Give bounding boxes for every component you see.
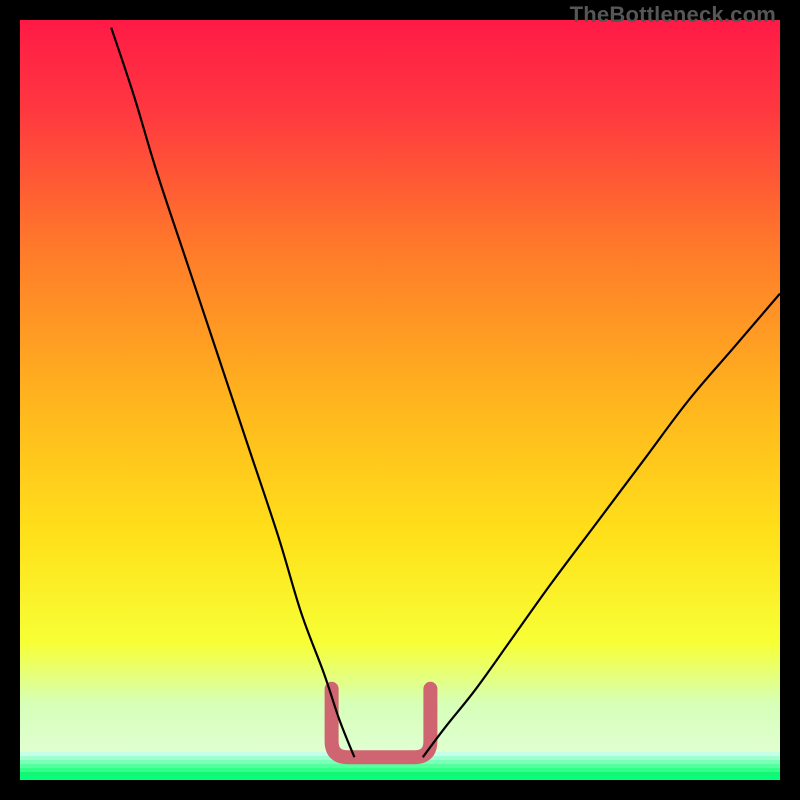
bottleneck-chart bbox=[20, 20, 780, 780]
chart-frame: TheBottleneck.com bbox=[0, 0, 800, 800]
watermark-text: TheBottleneck.com bbox=[570, 2, 776, 28]
gradient-background bbox=[20, 20, 780, 780]
